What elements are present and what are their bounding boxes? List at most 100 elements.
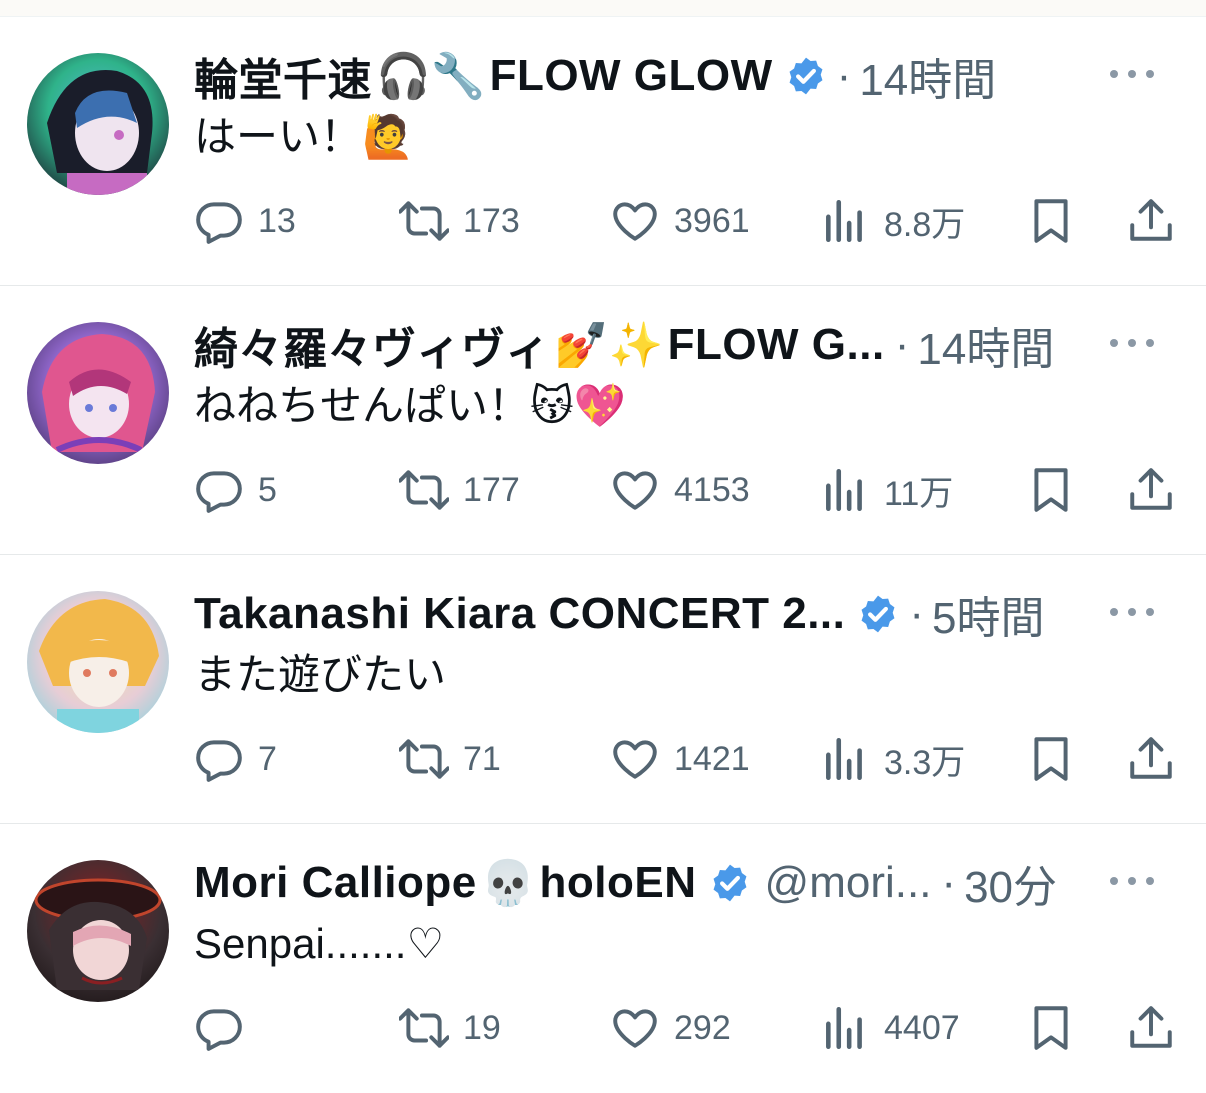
retweet-icon [399, 201, 449, 241]
retweet-icon [399, 739, 449, 779]
action-bar: 5 177 4153 11万 [194, 456, 1176, 524]
view-count: 8.8万 [884, 205, 966, 244]
bookmark-button[interactable] [1026, 187, 1076, 255]
views-button[interactable]: 8.8万 [820, 187, 965, 255]
more-icon[interactable] [1110, 328, 1154, 358]
like-count: 292 [674, 1008, 731, 1047]
heart-icon [613, 1009, 657, 1048]
display-name-suffix[interactable]: FLOW GLOW [490, 51, 773, 101]
display-name[interactable]: 輪堂千速 [194, 44, 372, 108]
heart-icon [613, 740, 657, 779]
name-emoji: 💅✨ [554, 320, 664, 371]
reply-count: 13 [258, 201, 296, 240]
more-icon[interactable] [1110, 866, 1154, 896]
tweet[interactable]: 綺々羅々ヴィヴィ 💅✨ FLOW G... · 14時間 ねねちせんぱい！😽💖 … [0, 286, 1206, 555]
display-name-suffix[interactable]: holoEN [540, 858, 697, 908]
share-button[interactable] [1126, 456, 1176, 524]
avatar[interactable] [27, 53, 169, 195]
top-strip [0, 0, 1206, 17]
like-button[interactable]: 1421 [610, 725, 750, 793]
retweet-count: 71 [463, 739, 501, 778]
separator-dot: · [836, 51, 852, 100]
reply-feed: 輪堂千速 🎧🔧 FLOW GLOW · 14時間 はーい！🙋 13 173 39… [0, 17, 1206, 1093]
share-icon [1130, 199, 1172, 241]
more-icon[interactable] [1110, 59, 1154, 89]
verified-badge-icon [709, 862, 751, 904]
heart-icon [613, 471, 657, 510]
view-count: 3.3万 [884, 743, 966, 782]
timestamp[interactable]: 14時間 [859, 44, 996, 108]
retweet-button[interactable]: 173 [399, 187, 520, 255]
separator-dot: · [909, 589, 925, 638]
display-name[interactable]: 綺々羅々ヴィヴィ [194, 313, 550, 377]
bookmark-button[interactable] [1026, 456, 1076, 524]
retweet-button[interactable]: 71 [399, 725, 501, 793]
views-button[interactable]: 3.3万 [820, 725, 965, 793]
reply-count: 5 [258, 470, 277, 509]
reply-button[interactable]: 13 [194, 187, 296, 255]
like-count: 3961 [674, 201, 750, 240]
tweet-text: また遊びたい [194, 651, 447, 698]
handle[interactable]: @mori... [765, 858, 932, 908]
display-name-suffix[interactable]: FLOW G... [668, 320, 885, 370]
bookmark-icon [1034, 199, 1068, 243]
separator-dot: · [894, 320, 910, 369]
tweet-text: ねねちせんぱい！😽💖 [194, 382, 627, 429]
retweet-count: 177 [463, 470, 520, 509]
tweet-header: 輪堂千速 🎧🔧 FLOW GLOW · 14時間 [194, 45, 1166, 107]
retweet-icon [399, 1008, 449, 1048]
reply-icon [196, 1009, 242, 1051]
tweet-header: 綺々羅々ヴィヴィ 💅✨ FLOW G... · 14時間 [194, 314, 1166, 376]
action-bar: 7 71 1421 3.3万 [194, 725, 1176, 793]
tweet-text: はーい！🙋 [194, 113, 415, 160]
avatar[interactable] [27, 860, 169, 1002]
tweet[interactable]: Takanashi Kiara CONCERT 2... · 5時間 また遊びた… [0, 555, 1206, 824]
share-icon [1130, 1006, 1172, 1048]
action-bar: 13 173 3961 8.8万 [194, 187, 1176, 255]
timestamp[interactable]: 30分 [964, 851, 1057, 915]
avatar[interactable] [27, 591, 169, 733]
reply-icon [196, 471, 242, 513]
bookmark-icon [1034, 468, 1068, 512]
tweet[interactable]: 輪堂千速 🎧🔧 FLOW GLOW · 14時間 はーい！🙋 13 173 39… [0, 17, 1206, 286]
share-button[interactable] [1126, 725, 1176, 793]
reply-count: 7 [258, 739, 277, 778]
bookmark-icon [1034, 1006, 1068, 1050]
timestamp[interactable]: 5時間 [932, 582, 1044, 646]
views-icon [826, 1006, 862, 1050]
tweet[interactable]: Mori Calliope 💀 holoEN @mori... · 30分 Se… [0, 824, 1206, 1093]
timestamp[interactable]: 14時間 [917, 313, 1054, 377]
tweet-text: Senpai.......♡ [194, 920, 445, 967]
view-count: 4407 [884, 1008, 960, 1047]
name-emoji: 💀 [480, 858, 536, 909]
retweet-count: 19 [463, 1008, 501, 1047]
verified-badge-icon [785, 55, 827, 97]
heart-icon [613, 202, 657, 241]
retweet-count: 173 [463, 201, 520, 240]
retweet-button[interactable]: 177 [399, 456, 520, 524]
like-button[interactable]: 4153 [610, 456, 750, 524]
share-icon [1130, 468, 1172, 510]
views-icon [826, 199, 862, 243]
bookmark-button[interactable] [1026, 725, 1076, 793]
avatar[interactable] [27, 322, 169, 464]
reply-button[interactable]: 7 [194, 725, 277, 793]
reply-button[interactable]: 5 [194, 456, 277, 524]
more-icon[interactable] [1110, 597, 1154, 627]
name-emoji: 🎧🔧 [376, 51, 486, 102]
like-count: 4153 [674, 470, 750, 509]
tweet-header: Takanashi Kiara CONCERT 2... · 5時間 [194, 583, 1166, 645]
display-name[interactable]: Takanashi Kiara CONCERT 2... [194, 589, 845, 639]
like-count: 1421 [674, 739, 750, 778]
tweet-header: Mori Calliope 💀 holoEN @mori... · 30分 [194, 852, 1166, 914]
views-icon [826, 468, 862, 512]
display-name[interactable]: Mori Calliope [194, 858, 477, 908]
views-icon [826, 737, 862, 781]
separator-dot: · [941, 858, 957, 907]
share-icon [1130, 737, 1172, 779]
verified-badge-icon [857, 593, 899, 635]
retweet-icon [399, 470, 449, 510]
views-button[interactable]: 11万 [820, 456, 953, 524]
like-button[interactable]: 3961 [610, 187, 750, 255]
share-button[interactable] [1126, 187, 1176, 255]
